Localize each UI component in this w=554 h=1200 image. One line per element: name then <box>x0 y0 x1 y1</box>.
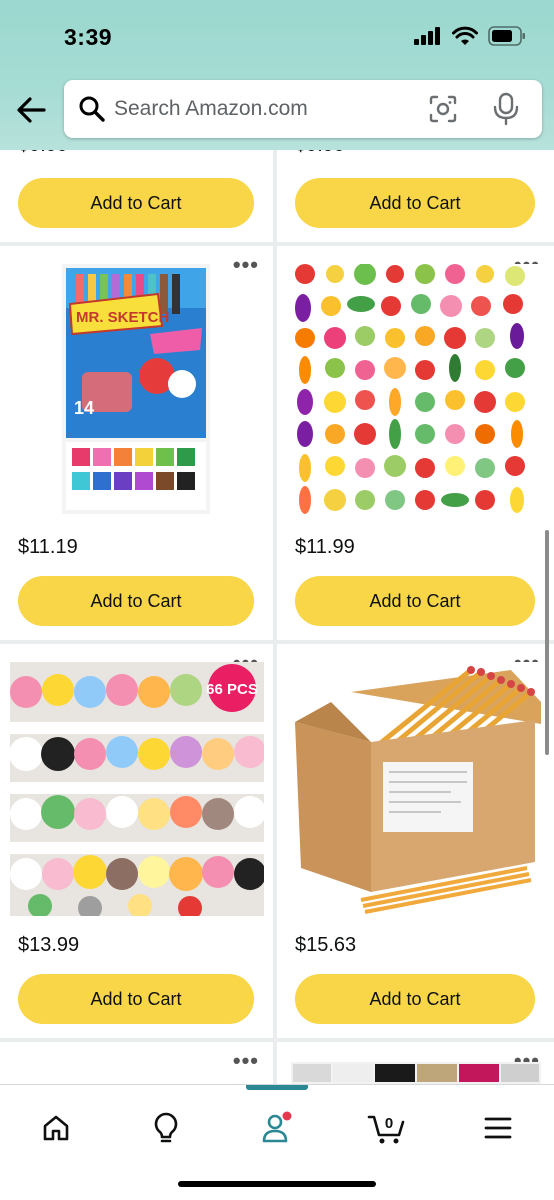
more-options-button[interactable]: ••• <box>233 1050 259 1072</box>
add-to-cart-button[interactable]: Add to Cart <box>295 576 535 626</box>
person-icon <box>262 1111 292 1143</box>
more-options-button[interactable]: ••• <box>233 254 259 276</box>
home-indicator <box>178 1181 376 1187</box>
product-image[interactable] <box>291 1062 541 1084</box>
product-image-brand-text: MR. SKETCH <box>76 309 169 326</box>
product-price: $11.19 <box>18 536 78 558</box>
product-image[interactable] <box>291 662 541 916</box>
product-image[interactable]: MR. SKETCH 14 <box>62 264 210 514</box>
product-card[interactable]: ••• $11.99 Add to Cart <box>277 246 554 640</box>
product-card[interactable]: ••• 66 PCS $13.99 Add to Cart <box>0 644 273 1038</box>
product-card[interactable]: ••• MR. SKETCH 14 $11.19 Add to Cart <box>0 246 273 640</box>
microphone-icon[interactable] <box>492 92 520 126</box>
scroll-indicator[interactable] <box>545 530 549 755</box>
product-image[interactable] <box>291 264 539 518</box>
product-image-count-text: 14 <box>74 398 94 418</box>
add-to-cart-button[interactable]: Add to Cart <box>18 576 254 626</box>
search-icon <box>79 96 105 122</box>
nav-account[interactable] <box>252 1103 302 1153</box>
nav-inspire[interactable] <box>141 1103 191 1153</box>
add-to-cart-button[interactable]: Add to Cart <box>18 974 254 1024</box>
nav-menu[interactable] <box>473 1103 523 1153</box>
status-time: 3:39 <box>64 24 113 50</box>
add-to-cart-button[interactable]: Add to Cart <box>295 974 535 1024</box>
search-input[interactable] <box>114 92 414 126</box>
back-arrow-icon[interactable] <box>14 92 50 128</box>
notification-dot <box>282 1111 292 1121</box>
menu-icon <box>484 1117 512 1139</box>
product-image-badge-text: 66 PCS <box>206 681 258 698</box>
wifi-icon <box>452 26 478 45</box>
nav-cart[interactable]: 0 <box>362 1103 412 1153</box>
cart-icon: 0 <box>367 1115 405 1144</box>
nav-home[interactable] <box>31 1103 81 1153</box>
product-price: $15.63 <box>295 934 357 956</box>
add-to-cart-button[interactable]: Add to Cart <box>295 178 535 228</box>
camera-search-icon[interactable] <box>428 94 458 124</box>
product-card[interactable]: ••• $15.63 Add to <box>277 644 554 1038</box>
status-icons <box>414 26 526 46</box>
signal-icon <box>414 27 440 45</box>
home-icon <box>43 1115 69 1141</box>
product-price: $13.99 <box>18 934 80 956</box>
product-image[interactable]: 66 PCS <box>10 662 264 916</box>
search-bar[interactable] <box>64 80 542 138</box>
battery-icon <box>488 26 525 46</box>
add-to-cart-button[interactable]: Add to Cart <box>18 178 254 228</box>
product-price: $11.99 <box>295 536 355 558</box>
lightbulb-icon <box>154 1112 178 1143</box>
cart-count: 0 <box>385 1115 393 1132</box>
app-header: 3:39 <box>0 0 554 150</box>
active-tab-indicator <box>246 1085 308 1090</box>
